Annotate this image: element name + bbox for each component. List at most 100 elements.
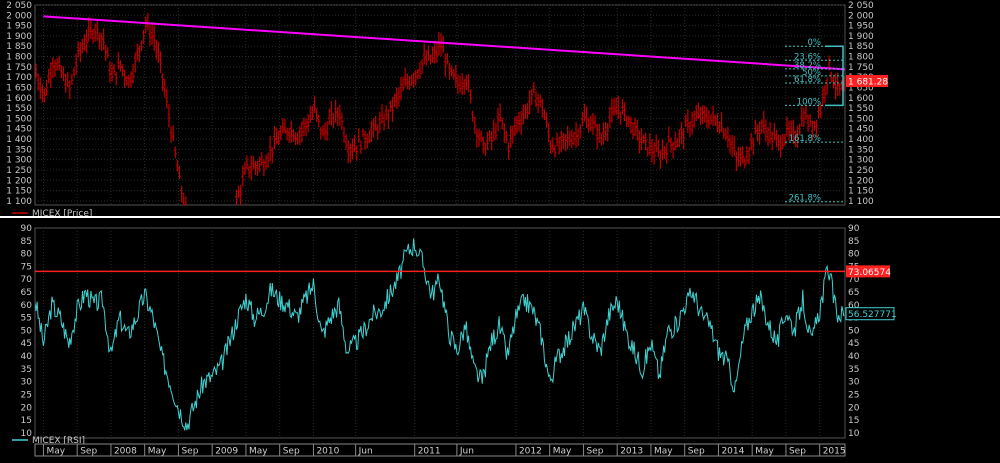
time-tick-label: Sep [181, 447, 198, 457]
rsi-ytick-left: 40 [21, 352, 33, 362]
time-tick-label: Sep [283, 447, 300, 457]
chart: 1 100 1 100 1 150 1 150 1 200 1 200 1 250 1 250… [0, 0, 1000, 459]
price-ytick-left: 1 550 [6, 104, 32, 114]
time-tick-label: Sep [789, 447, 806, 457]
price-ytick-left: 1 500 [6, 114, 32, 124]
price-ytick-right: 1 400 [848, 135, 874, 145]
price-ytick-right: 1 200 [848, 176, 874, 186]
rsi-ytick-right: 65 [848, 288, 859, 298]
rsi-current-value: 56.527771 [848, 310, 897, 320]
rsi-ytick-right: 45 [848, 339, 859, 349]
rsi-ytick-right: 85 [848, 237, 859, 247]
rsi-ytick-left: 50 [21, 326, 33, 336]
time-tick-label: May [755, 447, 774, 457]
rsi-ytick-right: 80 [848, 250, 860, 260]
fib-label: 0% [808, 38, 822, 48]
price-ytick-right: 1 250 [848, 166, 874, 176]
price-ytick-left: 1 800 [6, 53, 32, 63]
rsi-ytick-left: 35 [21, 365, 32, 375]
fib-label: 161.8% [789, 134, 821, 144]
rsi-ytick-right: 20 [848, 403, 860, 413]
price-frame [34, 4, 846, 206]
time-tick-label: 2012 [519, 447, 542, 457]
rsi-line [35, 238, 845, 431]
price-ytick-right: 1 350 [848, 145, 874, 155]
price-bars [35, 13, 845, 205]
rsi-ytick-right: 90 [848, 224, 860, 234]
fib-label: 61.8% [794, 75, 821, 85]
price-ytick-left: 1 250 [6, 166, 32, 176]
price-ytick-right: 1 900 [848, 32, 874, 42]
rsi-ytick-right: 30 [848, 378, 860, 388]
rsi-ytick-left: 90 [21, 224, 33, 234]
price-ytick-left: 1 200 [6, 176, 32, 186]
time-tick-label: 2013 [620, 447, 643, 457]
time-tick-label: May [46, 447, 65, 457]
rsi-ytick-right: 35 [848, 365, 859, 375]
price-ytick-right: 1 100 [848, 197, 874, 207]
price-ytick-right: 2 050 [848, 1, 874, 11]
rsi-ytick-left: 65 [21, 288, 32, 298]
rsi-ytick-left: 85 [21, 237, 32, 247]
time-tick-label: Sep [80, 447, 97, 457]
rsi-ytick-left: 70 [21, 275, 33, 285]
rsi-ytick-left: 55 [21, 314, 32, 324]
price-ytick-right: 1 850 [848, 42, 874, 52]
price-ytick-left: 1 100 [6, 197, 32, 207]
rsi-hline-value: 73.06574 [848, 268, 891, 278]
price-ytick-left: 1 600 [6, 94, 32, 104]
rsi-ytick-left: 30 [21, 378, 33, 388]
time-tick-label: Jun [358, 447, 373, 457]
rsi-ytick-right: 25 [848, 390, 859, 400]
price-ytick-right: 1 950 [848, 22, 874, 32]
price-ytick-right: 1 600 [848, 94, 874, 104]
price-ytick-right: 1 150 [848, 187, 874, 197]
rsi-ytick-right: 50 [848, 326, 860, 336]
price-ytick-left: 2 050 [6, 1, 32, 11]
price-ytick-left: 1 350 [6, 145, 32, 155]
rsi-ytick-left: 15 [21, 416, 32, 426]
rsi-ytick-left: 60 [21, 301, 33, 311]
time-tick-label: Jun [459, 447, 474, 457]
time-tick-label: May [553, 447, 572, 457]
rsi-ytick-right: 15 [848, 416, 859, 426]
time-tick-label: Sep [688, 447, 705, 457]
fib-label: 100% [797, 97, 821, 107]
price-ytick-right: 1 300 [848, 156, 874, 166]
price-ytick-left: 1 950 [6, 22, 32, 32]
rsi-panel: 1010151520202525303035354040454550505555… [12, 224, 897, 446]
rsi-series [35, 238, 845, 431]
price-ytick-right: 1 750 [848, 63, 874, 73]
price-ytick-left: 1 900 [6, 32, 32, 42]
rsi-ytick-left: 45 [21, 339, 32, 349]
fib-label: 261.8% [789, 194, 821, 204]
rsi-ytick-left: 10 [21, 429, 33, 439]
price-ytick-left: 1 650 [6, 83, 32, 93]
trendline [43, 15, 846, 71]
price-ytick-right: 1 800 [848, 53, 874, 63]
time-tick-label: May [148, 447, 167, 457]
rsi-ytick-right: 40 [848, 352, 860, 362]
rsi-ytick-left: 25 [21, 390, 32, 400]
price-ytick-right: 1 550 [848, 104, 874, 114]
price-ytick-left: 1 400 [6, 135, 32, 145]
time-tick-label: 2008 [114, 447, 137, 457]
price-ytick-right: 2 000 [848, 11, 874, 21]
price-panel: 1 100 1 1001 150 1 1501 200 1 2001 250 1 250… [6, 1, 888, 219]
chart-svg: 1 100 1 1001 150 1 1501 200 1 2001 250 1 250… [0, 1, 1000, 457]
rsi-frame [34, 227, 846, 439]
price-current-value: 1 681.28 [848, 78, 888, 88]
price-ytick-left: 1 700 [6, 73, 32, 83]
rsi-ytick-left: 75 [21, 262, 32, 272]
time-tick-label: Sep [586, 447, 603, 457]
price-ytick-left: 1 150 [6, 187, 32, 197]
time-tick-label: 2010 [316, 447, 339, 457]
price-ytick-right: 1 450 [848, 125, 874, 135]
rsi-ytick-left: 80 [21, 250, 33, 260]
time-tick-label: 2011 [418, 447, 441, 457]
rsi-ytick-right: 10 [848, 429, 860, 439]
time-tick-label: May [249, 447, 268, 457]
time-tick-label: 2014 [721, 447, 744, 457]
price-ytick-left: 1 750 [6, 63, 32, 73]
price-ytick-right: 1 500 [848, 114, 874, 124]
